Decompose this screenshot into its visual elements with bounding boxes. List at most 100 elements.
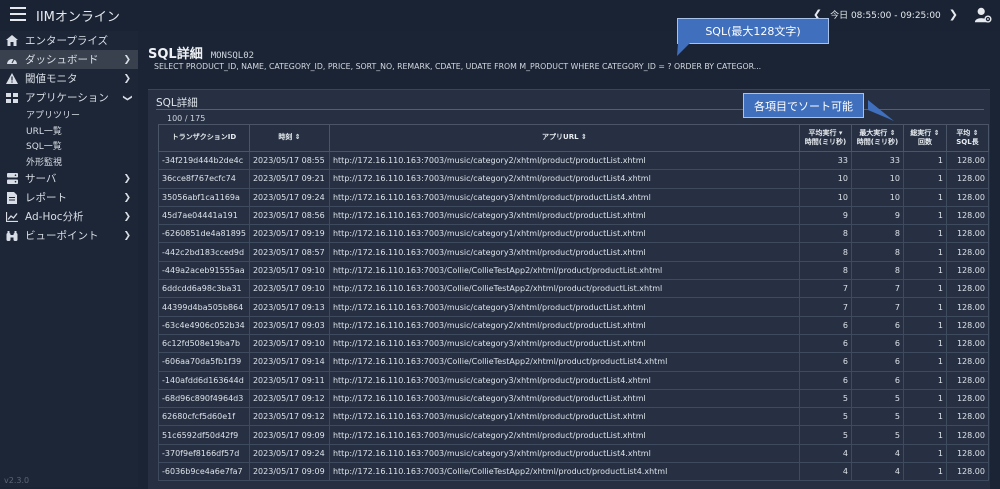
cell-avg-sql-length: 128.00 bbox=[945, 169, 989, 189]
cell-app-url: http://172.16.110.163:7003/Collie/Collie… bbox=[328, 260, 800, 281]
home-icon bbox=[5, 35, 19, 47]
cell-avg-sql-length: 128.00 bbox=[945, 407, 989, 427]
cell-max-exec-time: 6 bbox=[850, 352, 904, 372]
cell-time: 2023/05/17 08:56 bbox=[248, 205, 330, 226]
cell-transaction-id: -6260851de4a81895 bbox=[158, 224, 250, 244]
cell-avg-exec-time: 5 bbox=[798, 425, 852, 445]
table-row[interactable]: -370f9ef8166df57d 2023/05/17 09:24 http://… bbox=[158, 443, 989, 464]
column-header-avg-exec-time[interactable]: 平均実行 ▾ 時間(ミリ秒) bbox=[798, 124, 852, 152]
cell-exec-count: 1 bbox=[902, 407, 947, 427]
cell-time: 2023/05/17 09:10 bbox=[248, 279, 330, 299]
cell-app-url: http://172.16.110.163:7003/music/categor… bbox=[328, 169, 800, 189]
table-row[interactable]: 62680cfcf5d60e1f 2023/05/17 09:12 http://1… bbox=[158, 407, 989, 427]
column-header-avg-sql-length[interactable]: 平均 ⇕ SQL長 bbox=[945, 124, 989, 152]
chevron-right-icon: ❯ bbox=[123, 73, 131, 84]
cell-transaction-id: 62680cfcf5d60e1f bbox=[158, 407, 250, 427]
app-title: IIMオンライン bbox=[36, 10, 120, 25]
cell-exec-count: 1 bbox=[902, 370, 947, 390]
cell-avg-sql-length: 128.00 bbox=[945, 333, 989, 354]
cell-time: 2023/05/17 09:11 bbox=[248, 370, 330, 390]
table-row[interactable]: -6260851de4a81895 2023/05/17 09:19 http://… bbox=[158, 224, 989, 244]
sidebar-item-label: 閾値モニタ bbox=[25, 73, 78, 85]
cell-time: 2023/05/17 09:24 bbox=[248, 443, 330, 464]
table-row[interactable]: 36cce8f767ecfc74 2023/05/17 09:21 http://1… bbox=[158, 169, 989, 189]
table-row[interactable]: -34f219d444b2de4c 2023/05/17 08:55 http://… bbox=[158, 150, 989, 171]
sidebar-subitem-url-list[interactable]: URL一覧 bbox=[0, 123, 138, 139]
cell-transaction-id: 35056abf1ca1169a bbox=[158, 187, 250, 207]
cell-avg-sql-length: 128.00 bbox=[945, 260, 989, 281]
cell-avg-sql-length: 128.00 bbox=[945, 205, 989, 226]
cell-time: 2023/05/17 09:10 bbox=[248, 333, 330, 354]
header-label: 最大実行 bbox=[859, 128, 888, 137]
table-row[interactable]: 45d7ae04441a191 2023/05/17 08:56 http://17… bbox=[158, 205, 989, 226]
cell-time: 2023/05/17 09:12 bbox=[248, 407, 330, 427]
cell-app-url: http://172.16.110.163:7003/music/categor… bbox=[328, 443, 800, 464]
sort-icon: ⇕ bbox=[294, 133, 301, 142]
sidebar-subitem-external-monitor[interactable]: 外形監視 bbox=[0, 154, 138, 170]
sidebar-item-viewpoint[interactable]: ビューポイント ❯ bbox=[0, 226, 138, 245]
cell-max-exec-time: 7 bbox=[850, 279, 904, 299]
cell-app-url: http://172.16.110.163:7003/Collie/Collie… bbox=[328, 352, 800, 372]
table-row[interactable]: -6036b9ce4a6e7fa7 2023/05/17 09:09 http://… bbox=[158, 462, 989, 482]
cell-avg-exec-time: 5 bbox=[798, 407, 852, 427]
cell-transaction-id: 44399d4ba505b864 bbox=[158, 297, 250, 317]
sidebar-subitem-app-tree[interactable]: アプリツリー bbox=[0, 107, 138, 123]
table-row[interactable]: -442c2bd183cced9d 2023/05/17 08:57 http://… bbox=[158, 242, 989, 262]
table-row[interactable]: 6c12fd508e19ba7b 2023/05/17 09:10 http://1… bbox=[158, 333, 989, 354]
line-chart-icon bbox=[5, 211, 19, 223]
cell-avg-exec-time: 6 bbox=[798, 315, 852, 335]
sidebar-item-label: ビューポイント bbox=[25, 230, 99, 242]
cell-avg-sql-length: 128.00 bbox=[945, 352, 989, 372]
cell-app-url: http://172.16.110.163:7003/music/categor… bbox=[328, 333, 800, 354]
cell-avg-exec-time: 4 bbox=[798, 462, 852, 482]
sql-header: SQL詳細 MONSQL02 bbox=[148, 43, 254, 62]
sidebar-subitem-sql-list[interactable]: SQL一覧 bbox=[0, 138, 138, 154]
cell-time: 2023/05/17 09:14 bbox=[248, 352, 330, 372]
table-row[interactable]: -140afdd6d163644d 2023/05/17 09:11 http://… bbox=[158, 370, 989, 390]
cell-transaction-id: 6ddcdd6a98c3ba31 bbox=[158, 279, 250, 299]
warning-icon bbox=[5, 73, 19, 85]
table-row[interactable]: 35056abf1ca1169a 2023/05/17 09:24 http://1… bbox=[158, 187, 989, 207]
table-row[interactable]: 6ddcdd6a98c3ba31 2023/05/17 09:10 http://1… bbox=[158, 279, 989, 299]
sidebar-item-dashboard[interactable]: ダッシュボード ❯ bbox=[0, 50, 138, 69]
callout-sortable: 各項目でソート可能 bbox=[743, 93, 864, 118]
hamburger-menu-icon[interactable] bbox=[10, 7, 26, 21]
sidebar-item-label: レポート bbox=[25, 192, 67, 204]
cell-app-url: http://172.16.110.163:7003/Collie/Collie… bbox=[328, 462, 800, 482]
table-row[interactable]: 51c6592df50d42f9 2023/05/17 09:09 http://1… bbox=[158, 425, 989, 445]
column-header-exec-count[interactable]: 総実行 ⇕ 回数 bbox=[902, 124, 947, 152]
cell-exec-count: 1 bbox=[902, 297, 947, 317]
table-row[interactable]: -63c4e4906c052b34 2023/05/17 09:03 http://… bbox=[158, 315, 989, 335]
cell-avg-sql-length: 128.00 bbox=[945, 242, 989, 262]
cell-max-exec-time: 9 bbox=[850, 205, 904, 226]
sidebar-item-report[interactable]: レポート ❯ bbox=[0, 188, 138, 207]
table-row[interactable]: 44399d4ba505b864 2023/05/17 09:13 http://1… bbox=[158, 297, 989, 317]
callout-text: SQL(最大128文字) bbox=[705, 25, 801, 38]
table-row[interactable]: -606aa70da5fb1f39 2023/05/17 09:14 http://… bbox=[158, 352, 989, 372]
column-header-transaction-id[interactable]: トランザクションID bbox=[158, 124, 250, 152]
header-label: 時間(ミリ秒) bbox=[804, 138, 847, 146]
column-header-app-url[interactable]: アプリURL ⇕ bbox=[328, 124, 800, 152]
cell-transaction-id: -34f219d444b2de4c bbox=[158, 150, 250, 171]
sidebar-item-enterprise[interactable]: エンタープライズ bbox=[0, 31, 138, 50]
cell-max-exec-time: 5 bbox=[850, 407, 904, 427]
cell-time: 2023/05/17 09:12 bbox=[248, 388, 330, 409]
column-header-time[interactable]: 時刻 ⇕ bbox=[248, 124, 330, 152]
cell-avg-sql-length: 128.00 bbox=[945, 297, 989, 317]
cell-max-exec-time: 8 bbox=[850, 224, 904, 244]
cell-transaction-id: -63c4e4906c052b34 bbox=[158, 315, 250, 335]
user-settings-icon[interactable] bbox=[974, 6, 992, 24]
sidebar-item-application[interactable]: アプリケーション ❯ bbox=[0, 88, 138, 107]
sidebar-item-adhoc-analysis[interactable]: Ad-Hoc分析 ❯ bbox=[0, 207, 138, 226]
cell-app-url: http://172.16.110.163:7003/Collie/Collie… bbox=[328, 279, 800, 299]
sidebar-item-server[interactable]: サーバ ❯ bbox=[0, 169, 138, 188]
cell-transaction-id: -6036b9ce4a6e7fa7 bbox=[158, 462, 250, 482]
cell-avg-sql-length: 128.00 bbox=[945, 370, 989, 390]
table-row[interactable]: -68d96c890f4964d3 2023/05/17 09:12 http://… bbox=[158, 388, 989, 409]
sidebar-item-threshold-monitor[interactable]: 閾値モニタ ❯ bbox=[0, 69, 138, 88]
table-row[interactable]: -449a2aceb91555aa 2023/05/17 09:10 http://… bbox=[158, 260, 989, 281]
cell-avg-exec-time: 8 bbox=[798, 260, 852, 281]
column-header-max-exec-time[interactable]: 最大実行 ⇕ 時間(ミリ秒) bbox=[850, 124, 904, 152]
chevron-right-icon[interactable]: ❯ bbox=[949, 8, 958, 21]
cell-app-url: http://172.16.110.163:7003/music/categor… bbox=[328, 407, 800, 427]
